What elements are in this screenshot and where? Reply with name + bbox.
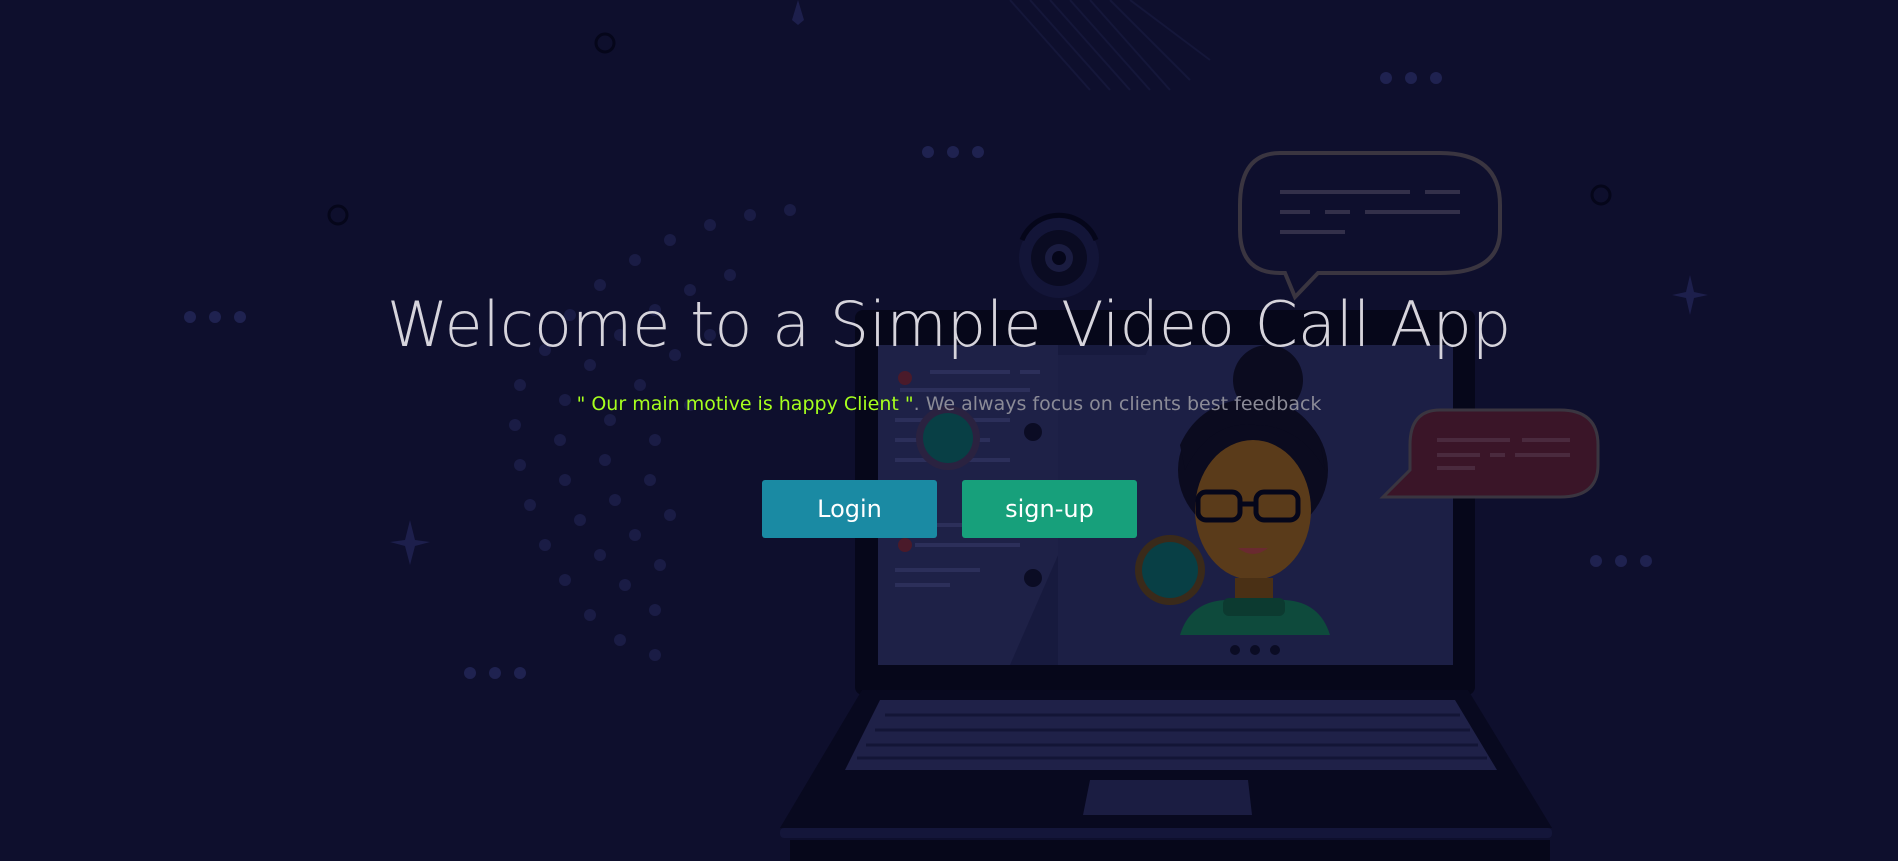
motto-text: " Our main motive is happy Client " <box>576 393 914 415</box>
landing-page: Welcome to a Simple Video Call App " Our… <box>0 0 1898 861</box>
hero-section: Welcome to a Simple Video Call App " Our… <box>0 0 1898 861</box>
tagline-text: . We always focus on clients best feedba… <box>913 393 1322 415</box>
signup-button[interactable]: sign-up <box>962 480 1137 538</box>
login-button[interactable]: Login <box>762 480 937 538</box>
hero-subtitle: " Our main motive is happy Client ". We … <box>0 391 1898 417</box>
page-title: Welcome to a Simple Video Call App <box>386 288 1512 361</box>
